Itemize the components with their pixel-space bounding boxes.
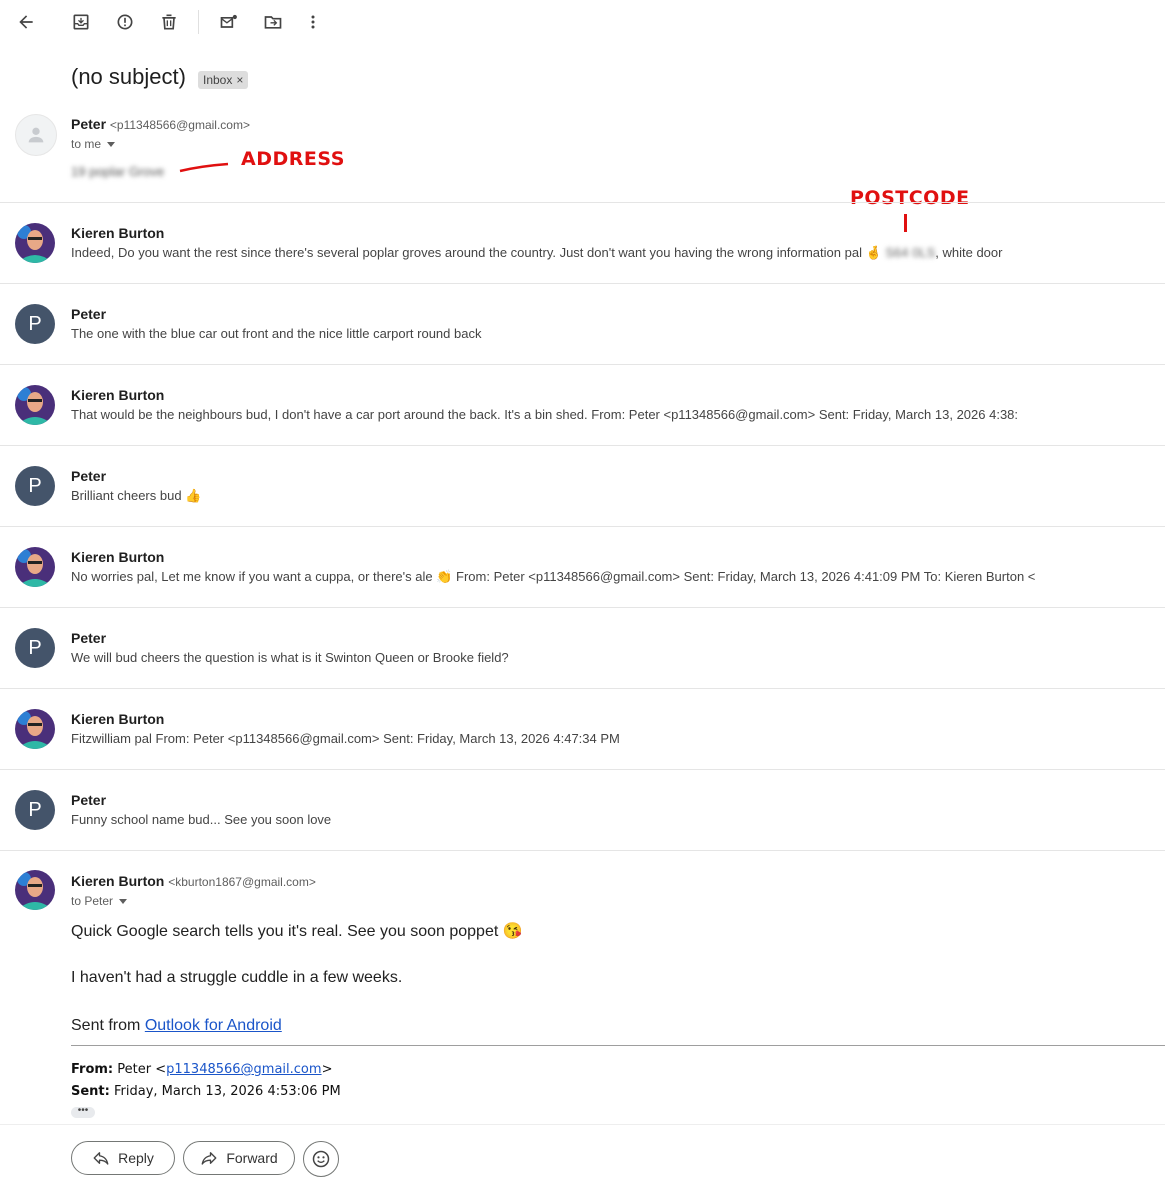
avatar: P [15,466,55,506]
recipient-line: to me [71,137,116,151]
reply-icon [93,1152,109,1165]
last-message-sender: Kieren Burton <kburton1867@gmail.com> [71,873,316,889]
avatar: P [15,628,55,668]
divider [0,1124,1165,1125]
snippet-text: Indeed, Do you want the rest since there… [71,245,882,260]
address-annotation: ADDRESS [241,148,345,170]
message-snippet: We will bud cheers the question is what … [71,650,509,665]
signature-line: Sent from Outlook for Android [71,1017,282,1035]
sender-name: Peter [71,468,107,484]
reply-button[interactable]: Reply [71,1141,175,1175]
sender-name: Kieren Burton [71,387,165,403]
collapsed-message[interactable]: Kieren Burton That would be the neighbou… [0,365,1165,445]
message-snippet: Funny school name bud... See you soon lo… [71,812,332,827]
message-snippet: That would be the neighbours bud, I don'… [71,407,1019,422]
message-body-line: Quick Google search tells you it's real.… [71,923,523,940]
thread-subject: (no subject) [71,64,186,89]
blurred-address: 19 poplar Grove [71,164,165,179]
sender-name[interactable]: Peter [71,116,106,132]
toolbar-separator [198,10,199,34]
collapsed-message[interactable]: Kieren Burton Fitzwilliam pal From: Pete… [0,689,1165,769]
avatar: P [15,790,55,830]
quoted-sent-line: Sent: Friday, March 13, 2026 4:53:06 PM [71,1084,341,1099]
sender-name: Kieren Burton [71,711,165,727]
recipient-line: to Peter [71,894,128,908]
message-snippet: Brilliant cheers bud 👍 [71,488,202,503]
show-details-icon[interactable] [107,141,116,147]
sender-email: <kburton1867@gmail.com> [168,875,316,889]
show-details-icon[interactable] [119,898,128,904]
move-to-icon[interactable] [259,8,287,36]
signature-prefix: Sent from [71,1017,145,1034]
outlook-link[interactable]: Outlook for Android [145,1017,282,1034]
sender-name: Peter [71,306,107,322]
sender-name: Peter [71,792,107,808]
avatar: P [15,304,55,344]
emoji-reaction-button[interactable] [303,1141,339,1177]
back-arrow-icon[interactable] [12,8,40,36]
snippet-tail: , white door [935,245,1003,260]
quoted-from-close: > [321,1062,333,1077]
avatar[interactable] [15,870,55,910]
avatar [15,223,55,263]
inbox-label-chip: Inbox × [198,71,249,89]
quoted-from-label: From: [71,1062,114,1077]
avatar [15,385,55,425]
sender-name: Kieren Burton [71,225,165,241]
recipient-text: to me [71,137,102,151]
recipient-text: to Peter [71,894,114,908]
message-snippet: Indeed, Do you want the rest since there… [71,245,1002,261]
message-snippet: No worries pal, Let me know if you want … [71,569,1036,584]
smiley-icon [312,1150,330,1168]
avatar[interactable] [15,114,57,156]
collapsed-message[interactable]: P Peter Funny school name bud... See you… [0,770,1165,850]
quoted-email-link[interactable]: p11348566@gmail.com [166,1062,321,1077]
archive-icon[interactable] [67,8,95,36]
collapsed-message[interactable]: P Peter We will bud cheers the question … [0,608,1165,688]
person-icon [28,127,44,143]
collapsed-message[interactable]: Kieren Burton No worries pal, Let me kno… [0,527,1165,607]
remove-label-icon[interactable]: × [236,71,243,89]
sender-name: Peter [71,630,107,646]
quoted-sent-value: Friday, March 13, 2026 4:53:06 PM [109,1084,341,1099]
collapsed-message[interactable]: P Peter Brilliant cheers bud 👍 [0,446,1165,526]
message-snippet: Fitzwilliam pal From: Peter <p11348566@g… [71,731,620,746]
quoted-sent-label: Sent: [71,1084,110,1099]
more-vert-icon[interactable] [299,8,327,36]
quote-divider [71,1045,1165,1046]
inbox-label-text: Inbox [203,73,233,87]
report-spam-icon[interactable] [111,8,139,36]
forward-icon [201,1152,217,1165]
quoted-from-name: Peter < [113,1062,167,1077]
address-annotation-stroke [179,162,229,173]
first-message-sender: Peter <p11348566@gmail.com> [71,116,250,132]
reply-label: Reply [118,1150,154,1166]
avatar [15,709,55,749]
sender-name[interactable]: Kieren Burton [71,873,164,889]
divider [0,850,1165,851]
sender-email: <p11348566@gmail.com> [109,118,250,132]
toolbar [0,0,1165,44]
blurred-postcode: S64 0LS [885,245,936,260]
message-body-line: I haven't had a struggle cuddle in a few… [71,969,403,986]
collapsed-message[interactable]: Kieren Burton Indeed, Do you want the re… [0,203,1165,283]
forward-button[interactable]: Forward [183,1141,295,1175]
forward-label: Forward [226,1150,278,1166]
collapsed-message[interactable]: P Peter The one with the blue car out fr… [0,284,1165,364]
quoted-from-line: From: Peter <p11348566@gmail.com> [71,1062,332,1077]
show-trimmed-content-button[interactable]: ••• [71,1106,95,1118]
sender-name: Kieren Burton [71,549,165,565]
avatar [15,547,55,587]
delete-icon[interactable] [155,8,183,36]
message-snippet: The one with the blue car out front and … [71,326,482,341]
mark-unread-icon[interactable] [215,8,243,36]
